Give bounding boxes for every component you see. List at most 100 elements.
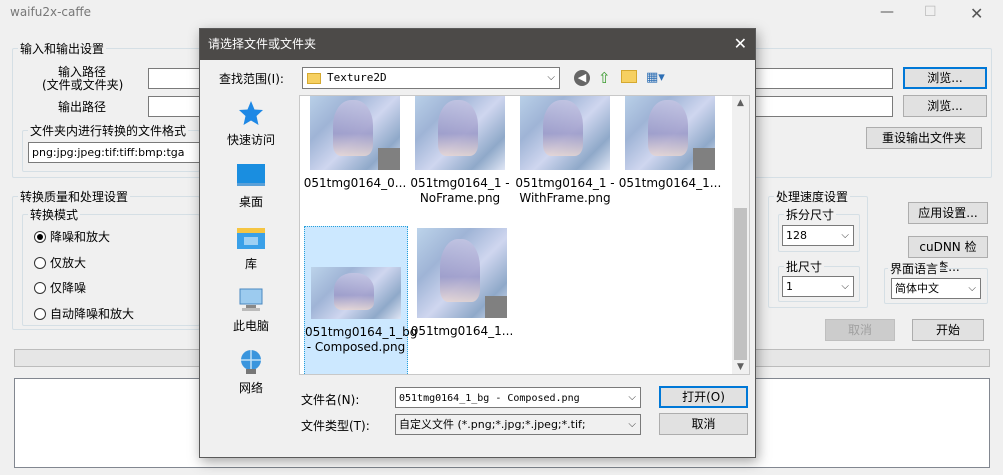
mode-label: 自动降噪和放大 [50, 307, 135, 321]
filename-input[interactable]: 051tmg0164_1_bg - Composed.png ⌵ [395, 387, 641, 408]
radio-selected-icon [34, 230, 46, 243]
io-group-label: 输入和输出设置 [18, 40, 107, 57]
dialog-cancel-button[interactable]: 取消 [659, 413, 748, 435]
look-in-select[interactable]: Texture2D ⌵ [302, 67, 560, 89]
chevron-down-icon: ⌵ [547, 72, 555, 83]
filetype-select[interactable]: 自定义文件 (*.png;*.jpg;*.jpeg;*.tif; ⌵ [395, 414, 641, 435]
reset-output-folder-button[interactable]: 重设输出文件夹 [866, 127, 982, 149]
dialog-title: 请选择文件或文件夹 [200, 29, 755, 60]
filename-label: 文件名(N): [301, 393, 360, 407]
file-thumbnail [415, 96, 505, 170]
radio-icon [34, 256, 46, 269]
place-label: 快速访问 [226, 133, 275, 147]
file-thumbnail [311, 267, 401, 319]
chevron-down-icon: ⌵ [628, 392, 636, 403]
open-button[interactable]: 打开(O) [659, 386, 748, 408]
apply-settings-button[interactable]: 应用设置... [908, 202, 988, 224]
scroll-thumb[interactable] [734, 208, 747, 360]
folder-format-label: 文件夹内进行转换的文件格式 [28, 122, 189, 139]
computer-icon [239, 288, 263, 311]
look-in-value: Texture2D [327, 71, 387, 84]
new-folder-icon[interactable] [621, 70, 637, 83]
mode-radio-auto[interactable]: 自动降噪和放大 [34, 305, 134, 322]
batch-size-value: 1 [786, 280, 793, 293]
chevron-down-icon: ⌵ [841, 230, 849, 241]
file-name: 051tmg0164_1 - NoFrame.png [410, 176, 510, 205]
ui-language-label: 界面语言 [888, 260, 941, 277]
place-label: 网络 [238, 381, 263, 395]
filename-value: 051tmg0164_1_bg - Composed.png [399, 393, 580, 404]
file-thumbnail [417, 228, 507, 318]
file-item[interactable]: 051tmg0164_1 - NoFrame.png [408, 96, 512, 206]
mode-label: 仅降噪 [50, 281, 87, 295]
file-name: 051tmg0164_1... [410, 324, 514, 338]
filetype-label: 文件类型(T): [301, 419, 370, 433]
file-item-selected[interactable]: 051tmg0164_1_bg - Composed.png [304, 226, 417, 374]
folder-icon [307, 73, 321, 84]
view-menu-icon[interactable]: ▦▾ [646, 70, 665, 85]
scroll-down-icon[interactable]: ▼ [732, 362, 749, 372]
back-icon[interactable]: ◀ [574, 70, 590, 86]
file-name: 051tmg0164_1... [618, 176, 722, 190]
mode-radio-scale[interactable]: 仅放大 [34, 254, 86, 271]
folder-format-field[interactable]: png:jpg:jpeg:tif:tiff:bmp:tga [28, 142, 200, 163]
place-desktop[interactable]: 桌面 [210, 163, 292, 210]
close-icon[interactable]: ✕ [734, 34, 747, 53]
start-button[interactable]: 开始 [912, 319, 984, 341]
place-label: 此电脑 [232, 319, 269, 333]
close-icon[interactable]: ✕ [970, 4, 983, 23]
cudnn-check-button[interactable]: cuDNN 检查... [908, 236, 988, 274]
file-thumbnail [520, 96, 610, 170]
file-item[interactable]: 051tmg0164_1... [410, 228, 514, 339]
quality-group-label: 转换质量和处理设置 [18, 188, 131, 205]
filetype-value: 自定义文件 (*.png;*.jpg;*.jpeg;*.tif; [399, 418, 586, 431]
input-path-field-right[interactable] [755, 68, 893, 89]
maximize-icon[interactable]: ☐ [924, 4, 937, 20]
place-label: 桌面 [238, 195, 263, 209]
cancel-button[interactable]: 取消 [825, 319, 895, 341]
file-item[interactable]: 051tmg0164_1... [618, 96, 722, 191]
place-libraries[interactable]: 库 [210, 225, 292, 272]
minimize-icon[interactable]: — [880, 4, 894, 20]
desktop-icon [237, 164, 265, 186]
output-path-label: 输出路径 [58, 100, 107, 114]
mode-radio-denoise[interactable]: 仅降噪 [34, 279, 86, 296]
place-label: 库 [244, 257, 257, 271]
mode-group-label: 转换模式 [28, 206, 81, 223]
file-thumbnail [310, 96, 400, 170]
mode-label: 仅放大 [50, 256, 87, 270]
file-dialog: 请选择文件或文件夹 ✕ 查找范围(I): Texture2D ⌵ ◀ ⇧ ▦▾ … [199, 28, 756, 458]
file-thumbnail [625, 96, 715, 170]
radio-icon [34, 307, 46, 320]
mode-radio-denoise-scale[interactable]: 降噪和放大 [34, 228, 110, 245]
network-icon [241, 350, 261, 374]
file-item[interactable]: 051tmg0164_1 - WithFrame.png [513, 96, 617, 206]
output-path-field[interactable] [148, 96, 200, 117]
radio-icon [34, 281, 46, 294]
browse-output-button[interactable]: 浏览... [903, 95, 987, 117]
ui-language-select[interactable]: 简体中文 ⌵ [891, 278, 981, 299]
batch-size-select[interactable]: 1 ⌵ [782, 276, 854, 297]
look-in-label: 查找范围(I): [219, 72, 284, 86]
input-path-field[interactable] [148, 68, 200, 89]
batch-size-label: 批尺寸 [784, 258, 825, 275]
file-item[interactable]: 051tmg0164_0... [303, 96, 407, 191]
place-quick-access[interactable]: 快速访问 [210, 99, 292, 148]
window-title: waifu2x-caffe [10, 5, 91, 19]
file-name: 051tmg0164_0... [303, 176, 407, 190]
output-path-field-right[interactable] [755, 96, 893, 117]
split-size-label: 拆分尺寸 [784, 206, 837, 223]
split-size-select[interactable]: 128 ⌵ [782, 225, 854, 246]
file-name: 051tmg0164_1 - WithFrame.png [515, 176, 615, 205]
split-size-value: 128 [786, 229, 807, 242]
browse-input-button[interactable]: 浏览... [903, 67, 987, 89]
star-icon [239, 101, 263, 125]
place-network[interactable]: 网络 [210, 349, 292, 396]
place-this-pc[interactable]: 此电脑 [210, 287, 292, 334]
scroll-up-icon[interactable]: ▲ [732, 98, 749, 108]
vertical-scrollbar[interactable]: ▲ ▼ [732, 96, 749, 374]
library-icon [237, 228, 265, 249]
file-name: 051tmg0164_1_bg - Composed.png [305, 325, 418, 354]
file-list[interactable]: 051tmg0164_0... 051tmg0164_1 - NoFrame.p… [299, 95, 750, 375]
up-folder-icon[interactable]: ⇧ [598, 69, 611, 87]
